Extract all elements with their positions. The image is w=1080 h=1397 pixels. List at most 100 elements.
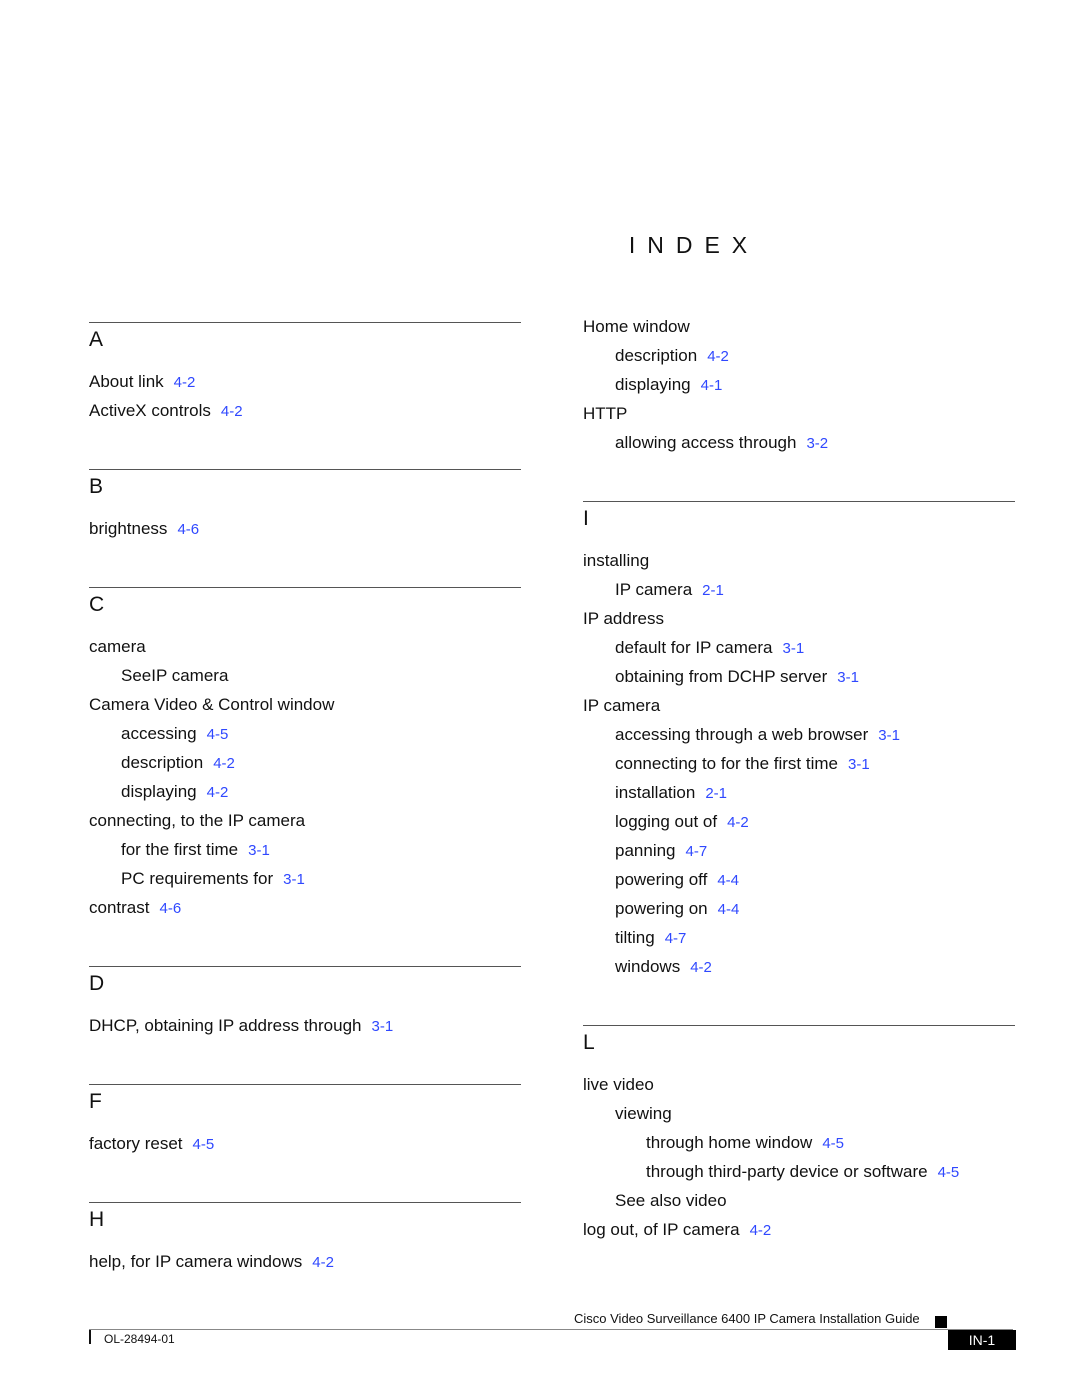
page-reference-link[interactable]: 4-4 <box>718 901 740 918</box>
page-reference-link[interactable]: 4-7 <box>686 843 708 860</box>
index-entry: through third-party device or software 4-… <box>583 1157 1015 1186</box>
index-term: camera <box>89 637 146 656</box>
index-entry: ActiveX controls 4-2 <box>89 396 521 425</box>
index-entry: logging out of 4-2 <box>583 807 1015 836</box>
section-entries: live video viewing through home window 4-5 t… <box>583 1070 1015 1244</box>
section-divider <box>89 966 521 967</box>
index-entry: for the first time 3-1 <box>89 835 521 864</box>
section-divider <box>583 1025 1015 1026</box>
section-divider <box>89 1084 521 1085</box>
index-term: connecting, to the IP camera <box>89 811 306 830</box>
page-reference-link[interactable]: 4-2 <box>727 814 749 831</box>
index-term: Camera Video & Control window <box>89 695 335 714</box>
index-term: windows <box>615 957 681 976</box>
page-reference-link[interactable]: 3-2 <box>806 435 828 452</box>
index-entry: About link 4-2 <box>89 367 521 396</box>
index-term: description <box>121 753 204 772</box>
page-reference-link[interactable]: 2-1 <box>705 785 727 802</box>
index-term: displaying <box>615 375 691 394</box>
footer-doc-number: OL-28494-01 <box>104 1332 175 1346</box>
index-term: HTTP <box>583 404 628 423</box>
index-entry: HTTP <box>583 399 1015 428</box>
page-reference-link[interactable]: 3-1 <box>372 1018 394 1035</box>
page-reference-link[interactable]: 3-1 <box>878 727 900 744</box>
page-reference-link[interactable]: 3-1 <box>848 756 870 773</box>
index-term: help, for IP camera windows <box>89 1252 303 1271</box>
page-reference-link[interactable]: 4-5 <box>193 1136 215 1153</box>
index-term: allowing access through <box>615 433 797 452</box>
section-entries: brightness 4-6 <box>89 514 521 543</box>
index-term: brightness <box>89 519 168 538</box>
index-term: powering off <box>615 870 708 889</box>
page-reference-link[interactable]: 3-1 <box>283 871 305 888</box>
index-term: for the first time <box>121 840 239 859</box>
section-entries: DHCP, obtaining IP address through 3-1 <box>89 1011 521 1040</box>
index-entry: Camera Video & Control window <box>89 690 521 719</box>
footer-divider <box>89 1329 1013 1330</box>
index-term: powering on <box>615 899 708 918</box>
section-entries: installing IP camera 2-1 IP address default … <box>583 546 1015 981</box>
section-divider <box>89 1202 521 1203</box>
index-term: SeeIP camera <box>121 666 229 685</box>
page-reference-link[interactable]: 4-2 <box>750 1222 772 1239</box>
continuation-entries: Home window description 4-2 displaying 4-1 HT… <box>583 312 1015 457</box>
section-entries: About link 4-2 ActiveX controls 4-2 <box>89 367 521 425</box>
section-divider <box>583 501 1015 502</box>
index-term: log out, of IP camera <box>583 1220 740 1239</box>
page-reference-link[interactable]: 4-5 <box>938 1164 960 1181</box>
index-entry: contrast 4-6 <box>89 893 521 922</box>
page-reference-link[interactable]: 4-6 <box>177 521 199 538</box>
index-section-h: Hhelp, for IP camera windows 4-2 <box>89 1202 521 1276</box>
footer-bar <box>89 1330 91 1344</box>
page-reference-link[interactable]: 4-5 <box>822 1135 844 1152</box>
index-term: ActiveX controls <box>89 401 211 420</box>
page-reference-link[interactable]: 4-4 <box>717 872 739 889</box>
page-reference-link[interactable]: 4-2 <box>690 959 712 976</box>
page-reference-link[interactable]: 4-2 <box>174 374 196 391</box>
index-section-f: Ffactory reset 4-5 <box>89 1084 521 1158</box>
page-reference-link[interactable]: 4-2 <box>207 784 229 801</box>
page-reference-link[interactable]: 4-6 <box>159 900 181 917</box>
footer-page-number: IN-1 <box>948 1330 1016 1350</box>
page-reference-link[interactable]: 2-1 <box>702 582 724 599</box>
index-term: obtaining from DCHP server <box>615 667 828 686</box>
section-letter: C <box>89 593 105 616</box>
index-section-a: A About link 4-2 ActiveX controls 4-2 <box>89 322 521 425</box>
page-reference-link[interactable]: 4-2 <box>312 1254 334 1271</box>
section-entries: help, for IP camera windows 4-2 <box>89 1247 521 1276</box>
page-reference-link[interactable]: 3-1 <box>248 842 270 859</box>
index-entry: displaying 4-2 <box>89 777 521 806</box>
index-entry: default for IP camera 3-1 <box>583 633 1015 662</box>
index-entry: camera <box>89 632 521 661</box>
index-section-d: D DHCP, obtaining IP address through 3-1 <box>89 966 521 1040</box>
index-term: tilting <box>615 928 655 947</box>
index-entry: description 4-2 <box>583 341 1015 370</box>
index-term: Home window <box>583 317 690 336</box>
section-entries: camera SeeIP camera Camera Video & Control… <box>89 632 521 922</box>
index-left-column: A About link 4-2 ActiveX controls 4-2 Bbright… <box>89 322 521 1276</box>
section-letter: I <box>583 507 589 530</box>
index-entry: factory reset 4-5 <box>89 1129 521 1158</box>
index-term: DHCP, obtaining IP address through <box>89 1016 362 1035</box>
page-reference-link[interactable]: 4-5 <box>207 726 229 743</box>
index-entry: connecting to for the first time 3-1 <box>583 749 1015 778</box>
page-reference-link[interactable]: 4-1 <box>701 377 723 394</box>
section-letter: F <box>89 1090 102 1113</box>
index-entry: powering on 4-4 <box>583 894 1015 923</box>
index-term: default for IP camera <box>615 638 773 657</box>
index-term: accessing <box>121 724 197 743</box>
index-entry: brightness 4-6 <box>89 514 521 543</box>
index-entry: PC requirements for 3-1 <box>89 864 521 893</box>
page-reference-link[interactable]: 4-2 <box>221 403 243 420</box>
index-entry: See also video <box>583 1186 1015 1215</box>
page-reference-link[interactable]: 4-2 <box>707 348 729 365</box>
page-reference-link[interactable]: 4-7 <box>665 930 687 947</box>
index-entry: DHCP, obtaining IP address through 3-1 <box>89 1011 521 1040</box>
page-reference-link[interactable]: 3-1 <box>783 640 805 657</box>
index-entry: windows 4-2 <box>583 952 1015 981</box>
section-divider <box>89 587 521 588</box>
index-entry: help, for IP camera windows 4-2 <box>89 1247 521 1276</box>
page-reference-link[interactable]: 4-2 <box>213 755 235 772</box>
index-entry: SeeIP camera <box>89 661 521 690</box>
page-reference-link[interactable]: 3-1 <box>837 669 859 686</box>
